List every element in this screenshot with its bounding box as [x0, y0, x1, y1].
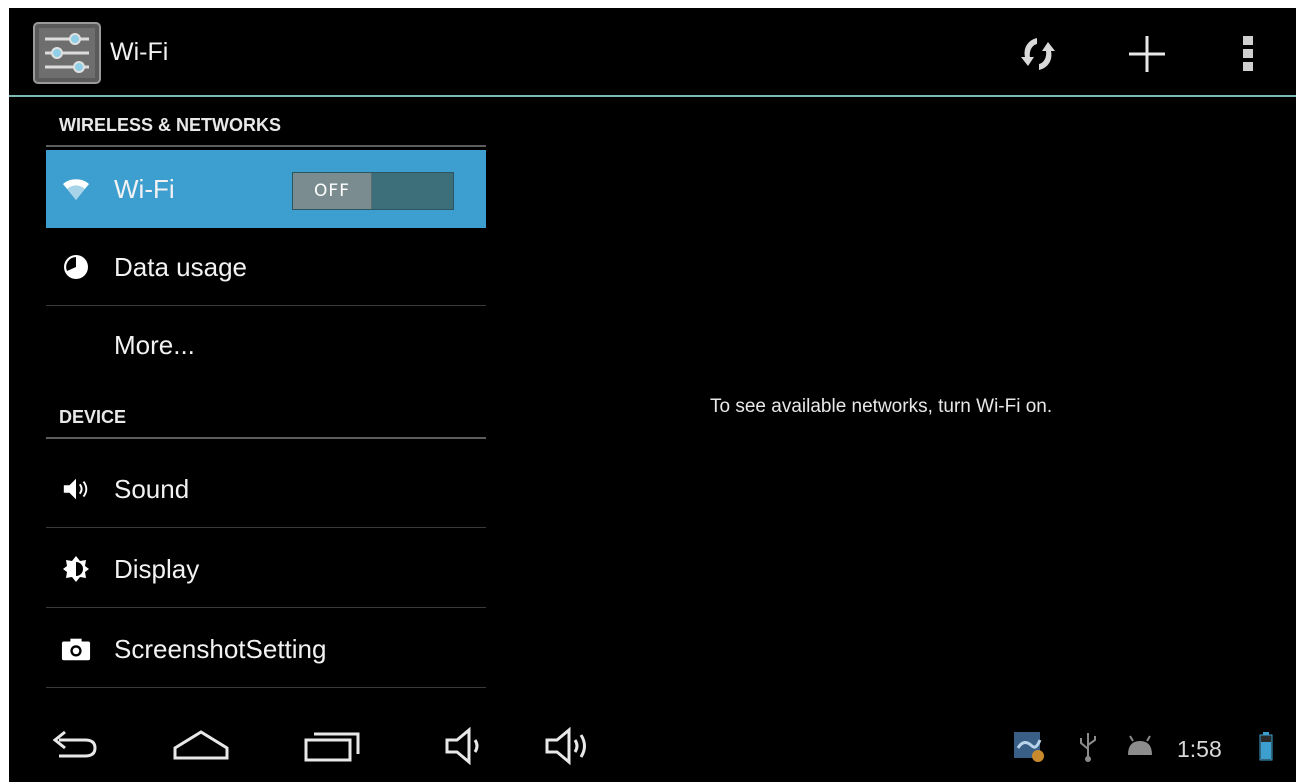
volume-down-button[interactable]: [435, 722, 495, 770]
wifi-toggle-switch[interactable]: OFF: [292, 172, 454, 210]
recent-apps-icon: [304, 732, 360, 762]
section-header-device: DEVICE: [46, 397, 486, 439]
settings-item-label: Display: [114, 553, 200, 584]
data-usage-icon: [61, 252, 91, 282]
toggle-knob: OFF: [293, 173, 372, 209]
settings-icon[interactable]: [33, 22, 101, 84]
add-network-button[interactable]: [1122, 30, 1172, 78]
volume-up-button[interactable]: [537, 722, 597, 770]
page-title: Wi-Fi: [110, 38, 169, 66]
action-bar: Wi-Fi: [9, 8, 1296, 97]
settings-item-label: ScreenshotSetting: [114, 633, 327, 664]
settings-item-screenshot[interactable]: ScreenshotSetting: [46, 610, 486, 688]
settings-item-wifi[interactable]: Wi-Fi OFF: [46, 150, 486, 228]
volume-down-icon: [445, 726, 479, 766]
list-divider: [46, 527, 486, 528]
recent-apps-button[interactable]: [302, 722, 362, 770]
section-header-wireless: WIRELESS & NETWORKS: [46, 105, 486, 147]
notification-app-icon[interactable]: [1012, 726, 1048, 766]
section-header-label: WIRELESS & NETWORKS: [59, 114, 282, 135]
back-button[interactable]: [43, 722, 103, 770]
settings-item-label: Data usage: [114, 251, 247, 282]
section-divider: [46, 437, 486, 439]
tablet-screen: Wi-Fi WIRELESS & NETWORKS Wi-Fi OFF Data…: [9, 8, 1296, 782]
wifi-icon: [61, 174, 91, 204]
usb-icon: [1077, 726, 1099, 766]
system-bar: [9, 708, 1296, 782]
settings-item-label: Sound: [114, 473, 190, 504]
android-debug-icon: [1123, 726, 1157, 766]
home-icon: [173, 730, 229, 760]
section-header-label: DEVICE: [59, 406, 127, 427]
settings-item-label: More...: [114, 329, 195, 360]
wifi-off-message: To see available networks, turn Wi-Fi on…: [710, 396, 1053, 417]
camera-icon: [61, 634, 91, 664]
overflow-menu-icon: [1243, 36, 1253, 71]
refresh-button[interactable]: [1013, 30, 1063, 78]
settings-item-sound[interactable]: Sound: [46, 450, 486, 528]
settings-item-more[interactable]: More...: [46, 306, 486, 384]
volume-up-icon: [545, 726, 586, 766]
brightness-icon: [61, 554, 91, 584]
section-divider: [46, 145, 486, 147]
home-button[interactable]: [171, 722, 231, 770]
settings-item-data-usage[interactable]: Data usage: [46, 228, 486, 306]
speaker-icon: [61, 474, 91, 504]
settings-item-label: Wi-Fi: [114, 173, 175, 204]
back-icon: [52, 730, 97, 758]
list-divider: [46, 607, 486, 608]
settings-list: WIRELESS & NETWORKS Wi-Fi OFF Data usage…: [46, 97, 486, 697]
add-icon: [1129, 36, 1165, 72]
settings-item-display[interactable]: Display: [46, 530, 486, 608]
battery-icon: [1259, 726, 1273, 766]
refresh-icon: [1021, 38, 1055, 70]
overflow-menu-button[interactable]: [1223, 30, 1273, 78]
list-divider: [46, 687, 486, 688]
status-clock: 1:58: [1177, 736, 1222, 762]
